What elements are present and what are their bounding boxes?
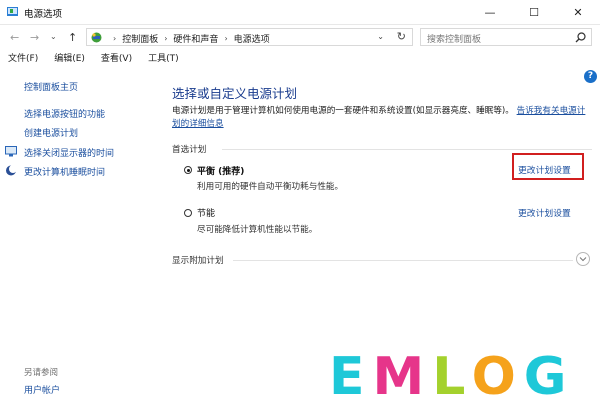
highlight-box <box>512 153 584 180</box>
back-arrow-icon[interactable]: ← <box>10 31 19 44</box>
sidebar-item-display-off[interactable]: 选择关闭显示器的时间 <box>24 146 114 159</box>
divider <box>222 149 592 150</box>
refresh-icon[interactable]: ↻ <box>397 30 406 43</box>
power-options-icon <box>7 7 18 16</box>
logo-letter: G <box>524 350 569 398</box>
page-description: 电源计划是用于管理计算机如何使用电源的一套硬件和系统设置(如显示器亮度、睡眠等)… <box>172 105 592 131</box>
up-arrow-icon[interactable]: ↑ <box>68 31 77 44</box>
logo-letter: E <box>329 350 367 398</box>
plan-power-saver-radio[interactable] <box>184 209 192 217</box>
logo-letter: O <box>472 350 518 398</box>
display-monitor-icon <box>5 146 17 157</box>
breadcrumb-control-panel[interactable]: 控制面板 <box>122 32 158 45</box>
see-also-heading: 另请参阅 <box>24 368 59 378</box>
plan-power-saver-desc: 尽可能降低计算机性能以节能。 <box>197 225 318 235</box>
breadcrumb: › 控制面板 › 硬件和声音 › 电源选项 <box>107 32 270 45</box>
forward-arrow-icon[interactable]: → <box>30 31 39 44</box>
svg-text:EMLOG: EMLOG <box>329 350 568 398</box>
sidebar-item-create-plan[interactable]: 创建电源计划 <box>24 126 78 139</box>
sidebar-control-panel-home[interactable]: 控制面板主页 <box>24 80 78 93</box>
breadcrumb-power-options[interactable]: 电源选项 <box>234 32 270 45</box>
plan-balanced-desc: 利用可用的硬件自动平衡功耗与性能。 <box>197 182 344 192</box>
sidebar-item-power-buttons[interactable]: 选择电源按钮的功能 <box>24 107 105 120</box>
search-input[interactable]: 搜索控制面板 <box>420 28 592 46</box>
plan-balanced-radio[interactable] <box>184 166 192 174</box>
expand-additional-plans-button[interactable] <box>576 252 590 266</box>
breadcrumb-separator: › <box>164 34 168 43</box>
breadcrumb-separator: › <box>224 34 228 43</box>
page-title: 选择或自定义电源计划 <box>172 86 298 101</box>
logo-letter: M <box>373 350 427 398</box>
emlog-watermark-logo: EMLOG <box>329 350 568 398</box>
search-placeholder: 搜索控制面板 <box>427 35 482 45</box>
search-icon[interactable] <box>575 32 586 43</box>
breadcrumb-separator: › <box>113 34 117 43</box>
address-dropdown-icon[interactable]: ⌄ <box>377 32 384 41</box>
chevron-down-icon <box>579 257 587 262</box>
sidebar: 控制面板主页 选择电源按钮的功能 创建电源计划 选择关闭显示器的时间 更改计算机… <box>0 68 160 413</box>
description-text: 电源计划是用于管理计算机如何使用电源的一套硬件和系统设置(如显示器亮度、睡眠等)… <box>172 106 514 116</box>
recent-locations-icon[interactable]: ⌄ <box>50 32 57 41</box>
preferred-plans-heading: 首选计划 <box>172 145 207 155</box>
plan-power-saver-name[interactable]: 节能 <box>197 206 215 219</box>
menu-file[interactable]: 文件(F) <box>0 52 46 67</box>
menu-tools[interactable]: 工具(T) <box>140 52 187 67</box>
menu-view[interactable]: 查看(V) <box>93 52 140 67</box>
menu-edit[interactable]: 编辑(E) <box>46 52 93 67</box>
control-panel-icon <box>91 32 102 43</box>
plan-balanced-name[interactable]: 平衡 (推荐) <box>197 164 244 177</box>
show-additional-plans[interactable]: 显示附加计划 <box>172 254 224 266</box>
menu-bar: 文件(F) 编辑(E) 查看(V) 工具(T) <box>0 52 187 67</box>
maximize-button[interactable]: ☐ <box>512 0 556 24</box>
breadcrumb-hardware-sound[interactable]: 硬件和声音 <box>173 32 218 45</box>
title-bar: 电源选项 — ☐ ✕ <box>0 0 600 25</box>
sleep-moon-icon <box>6 165 17 176</box>
sidebar-item-sleep-time[interactable]: 更改计算机睡眠时间 <box>24 165 105 178</box>
address-bar[interactable]: › 控制面板 › 硬件和声音 › 电源选项 ⌄ ↻ <box>86 28 413 46</box>
window-title: 电源选项 <box>24 9 63 20</box>
logo-letter: L <box>432 350 465 398</box>
address-row: ← → ⌄ ↑ › 控制面板 › 硬件和声音 › 电源选项 ⌄ ↻ 搜索控制面板 <box>0 25 600 51</box>
help-icon[interactable]: ? <box>584 70 597 83</box>
divider <box>233 260 573 261</box>
minimize-button[interactable]: — <box>468 0 512 24</box>
close-button[interactable]: ✕ <box>556 0 600 24</box>
plan-power-saver-settings-link[interactable]: 更改计划设置 <box>518 206 571 219</box>
see-also-user-accounts[interactable]: 用户帐户 <box>24 383 60 396</box>
